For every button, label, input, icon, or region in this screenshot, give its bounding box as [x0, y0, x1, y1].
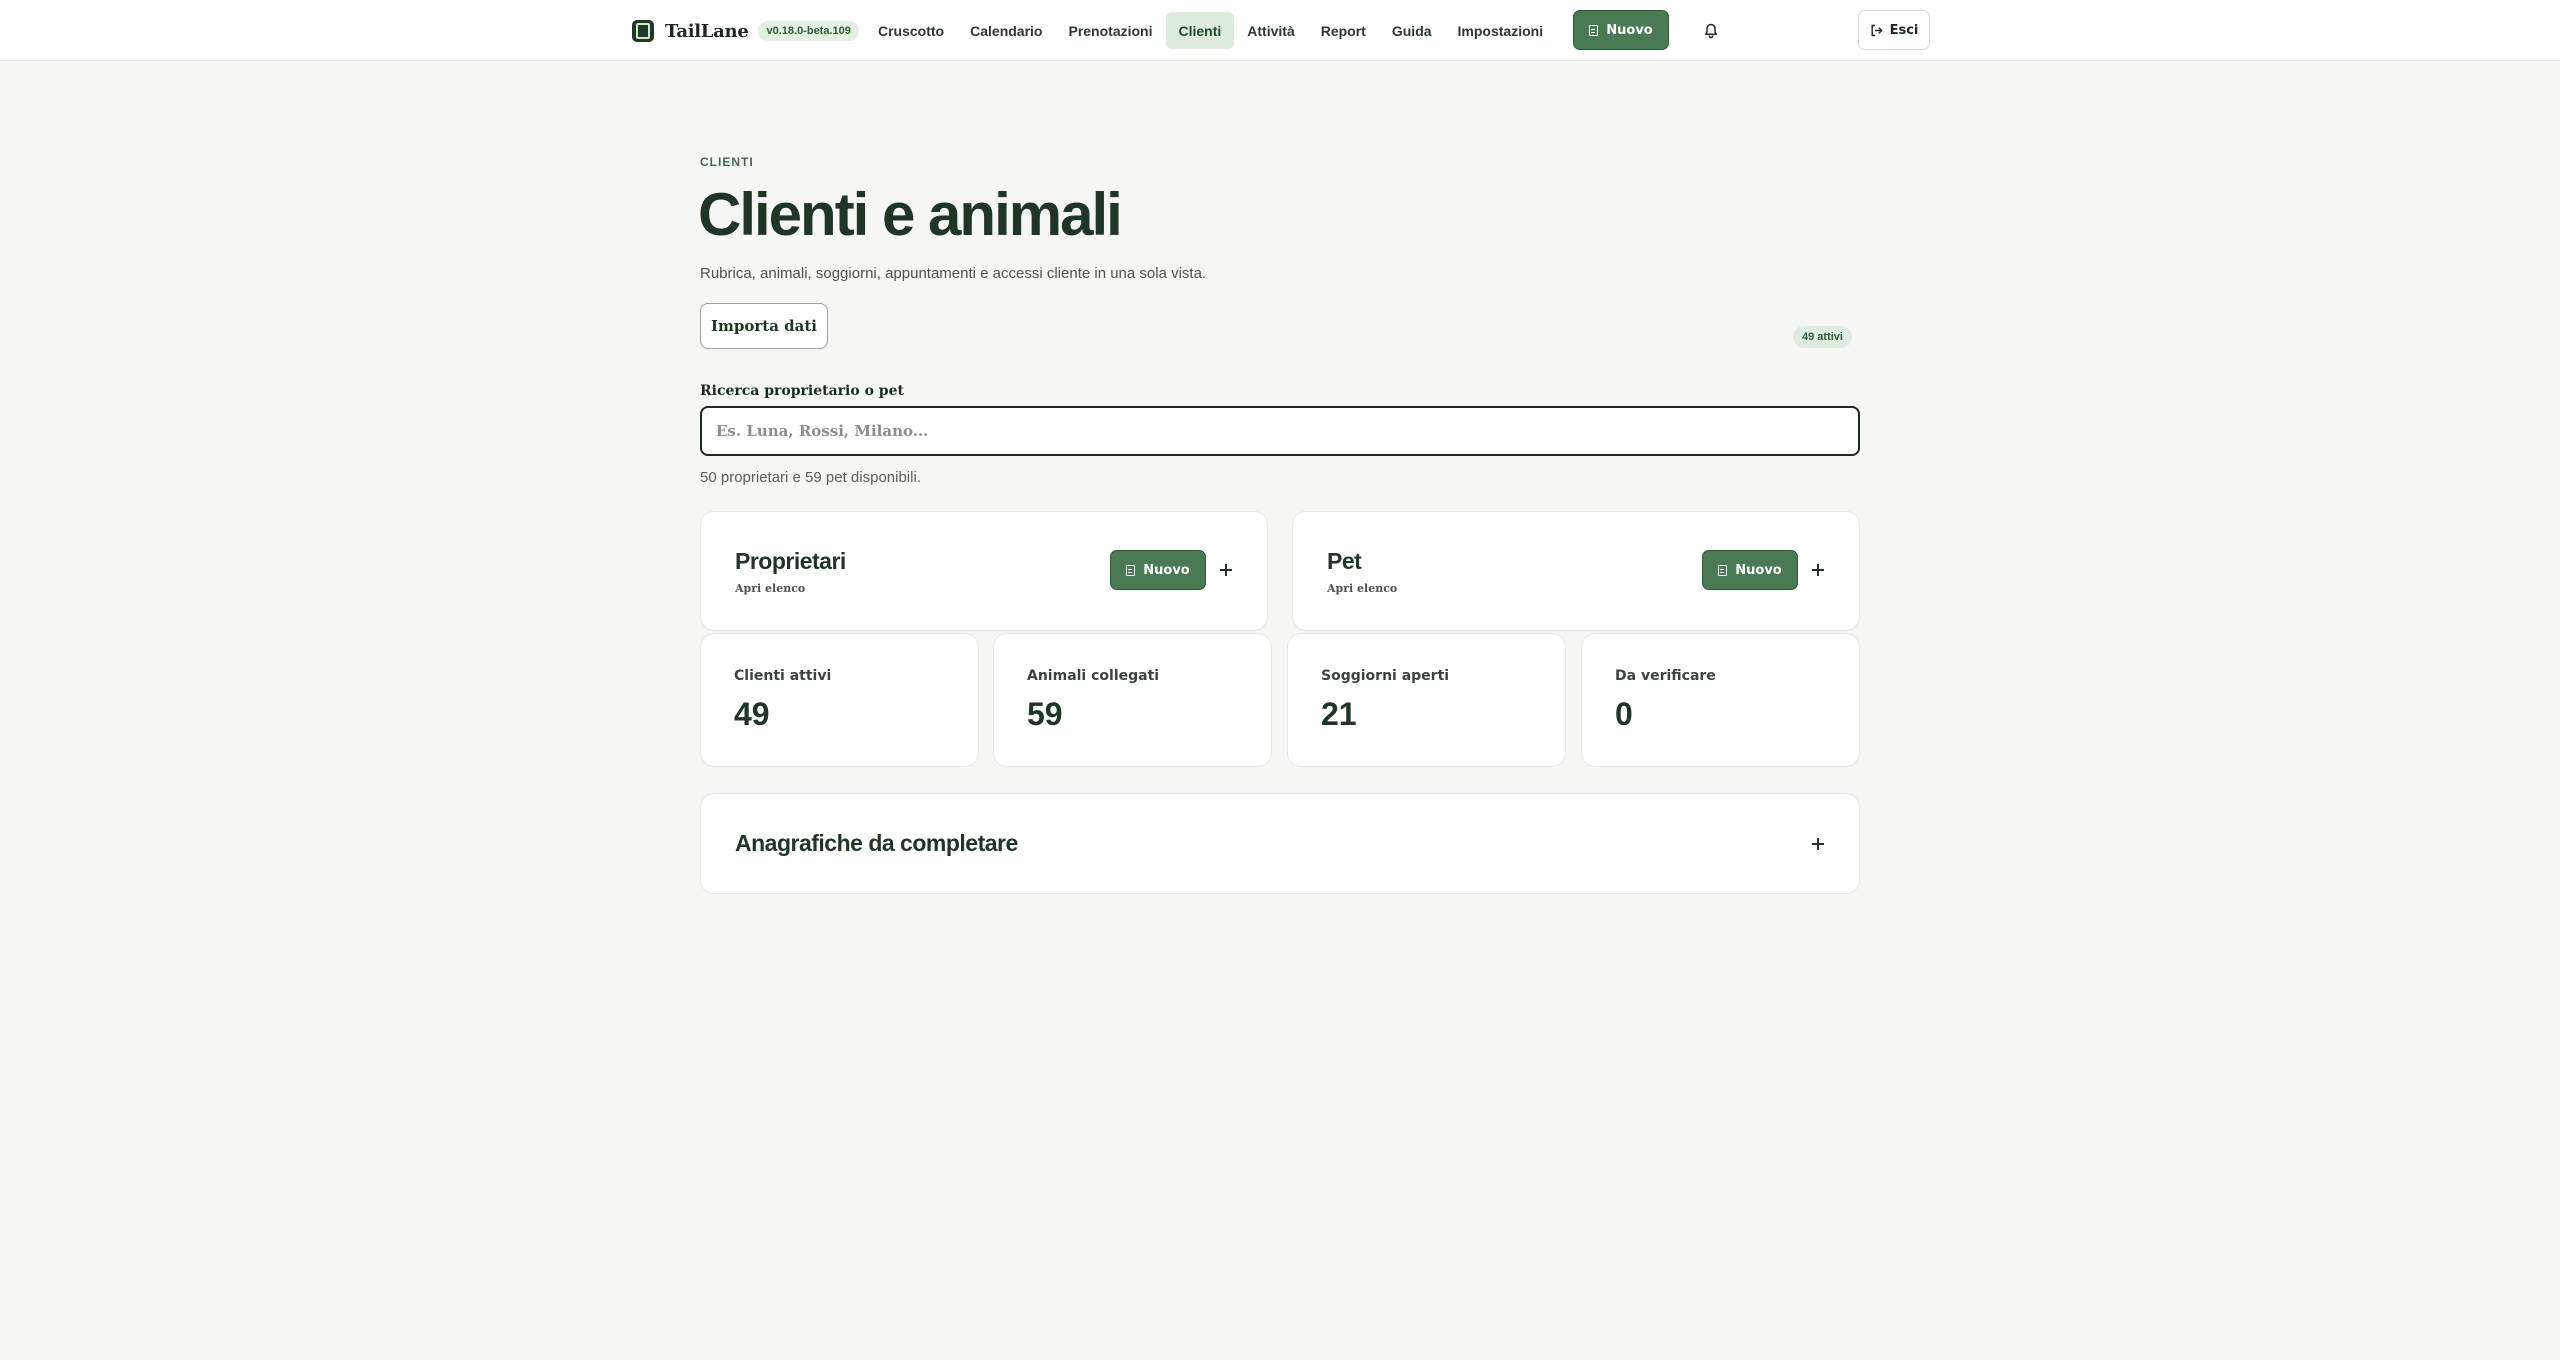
nav-item-impostazioni[interactable]: Impostazioni: [1445, 12, 1557, 49]
stat-label: Clienti attivi: [734, 668, 832, 684]
page-subtitle: Rubrica, animali, soggiorni, appuntament…: [700, 265, 1207, 282]
stat-card-open-stays: Soggiorni aperti 21: [1287, 633, 1566, 767]
incomplete-records-title: Anagrafiche da completare: [735, 830, 1018, 856]
incomplete-expand-plus-icon[interactable]: [1810, 836, 1826, 852]
nav-item-calendario[interactable]: Calendario: [957, 12, 1055, 49]
nav-item-prenotazioni[interactable]: Prenotazioni: [1055, 12, 1165, 49]
search-hint: 50 proprietari e 59 pet disponibili.: [700, 469, 921, 486]
nav-item-cruscotto[interactable]: Cruscotto: [865, 12, 957, 49]
pets-new-label: Nuovo: [1735, 562, 1782, 578]
app-name: TailLane: [665, 20, 749, 42]
main-nav: Cruscotto Calendario Prenotazioni Client…: [865, 12, 1556, 49]
stat-card-linked-animals: Animali collegati 59: [993, 633, 1272, 767]
owners-expand-plus-icon[interactable]: [1218, 562, 1234, 578]
pets-card-title: Pet: [1327, 548, 1362, 574]
document-icon: [1589, 24, 1599, 36]
stat-card-to-verify: Da verificare 0: [1581, 633, 1860, 767]
stat-value: 21: [1321, 696, 1357, 732]
version-badge: v0.18.0-beta.109: [758, 21, 859, 41]
logout-button[interactable]: Esci: [1858, 10, 1930, 50]
stat-card-active-clients: Clienti attivi 49: [700, 633, 979, 767]
document-icon: [1718, 564, 1728, 576]
stat-label: Soggiorni aperti: [1321, 668, 1450, 684]
owners-open-list-link[interactable]: Apri elenco: [735, 582, 805, 595]
search-label: Ricerca proprietario o pet: [700, 383, 904, 399]
top-bar: TailLane v0.18.0-beta.109 Cruscotto Cale…: [0, 0, 2560, 61]
bell-icon[interactable]: [1702, 22, 1720, 40]
logout-icon: [1870, 24, 1883, 37]
pets-open-list-link[interactable]: Apri elenco: [1327, 582, 1397, 595]
page-eyebrow: CLIENTI: [700, 155, 754, 169]
nav-item-attivita[interactable]: Attività: [1234, 12, 1307, 49]
stat-value: 59: [1027, 696, 1063, 732]
active-count-badge: 49 attivi: [1793, 326, 1852, 348]
owners-card: Proprietari Apri elenco Nuovo: [700, 511, 1268, 631]
document-icon: [1126, 564, 1136, 576]
header-new-label: Nuovo: [1606, 22, 1653, 38]
owners-card-title: Proprietari: [735, 548, 846, 574]
import-data-button[interactable]: Importa dati: [700, 303, 828, 349]
brand[interactable]: TailLane v0.18.0-beta.109: [632, 18, 859, 44]
incomplete-records-card[interactable]: Anagrafiche da completare: [700, 793, 1860, 894]
stat-value: 0: [1615, 696, 1633, 732]
nav-item-guida[interactable]: Guida: [1379, 12, 1445, 49]
nav-item-clienti[interactable]: Clienti: [1165, 12, 1235, 49]
pets-new-button[interactable]: Nuovo: [1702, 550, 1798, 590]
pets-card: Pet Apri elenco Nuovo: [1292, 511, 1860, 631]
nav-item-report[interactable]: Report: [1308, 12, 1379, 49]
stat-label: Animali collegati: [1027, 668, 1160, 684]
page-title: Clienti e animali: [698, 181, 1123, 248]
owners-new-button[interactable]: Nuovo: [1110, 550, 1206, 590]
stat-label: Da verificare: [1615, 668, 1716, 684]
stat-value: 49: [734, 696, 770, 732]
search-input[interactable]: [700, 406, 1860, 456]
logout-label: Esci: [1889, 22, 1919, 38]
pets-expand-plus-icon[interactable]: [1810, 562, 1826, 578]
app-logo-icon: [632, 20, 654, 42]
header-new-button[interactable]: Nuovo: [1573, 10, 1669, 50]
owners-new-label: Nuovo: [1143, 562, 1190, 578]
